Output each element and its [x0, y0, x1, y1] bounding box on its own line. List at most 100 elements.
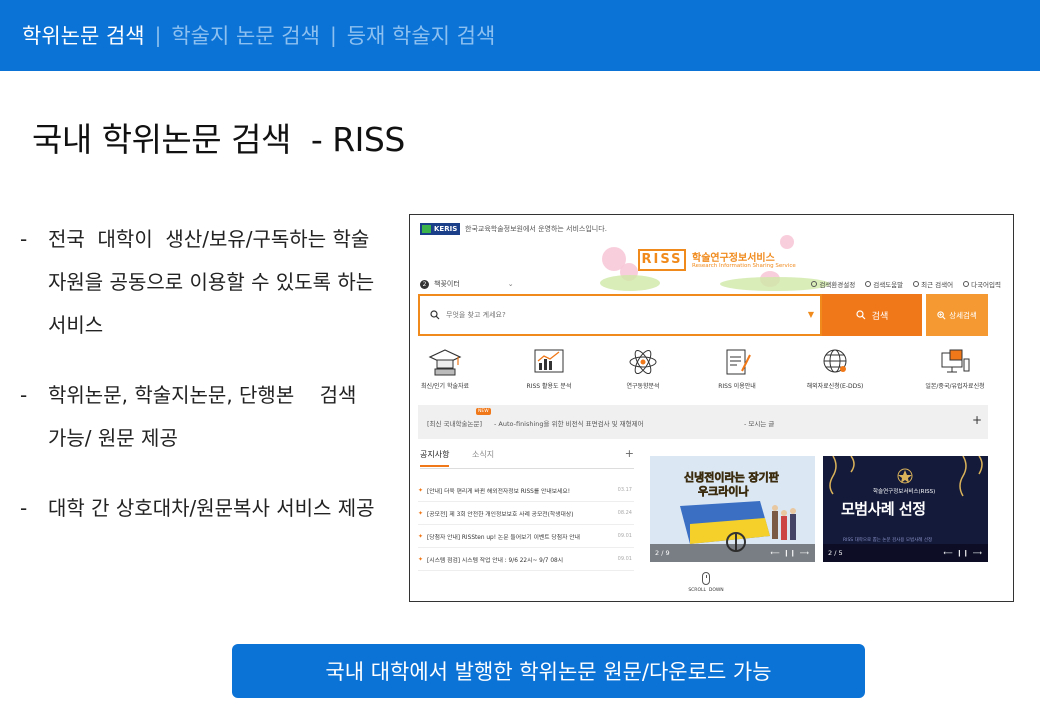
- service-label: 일본/중국/유럽자료신청: [925, 383, 985, 390]
- service-label: 해외자료신청(E-DDS): [806, 383, 864, 390]
- promo-card-best-practice[interactable]: 학술연구정보서비스(RISS) 모범사례 선정 RISS 대학으로 뽑는 논문 …: [823, 456, 988, 562]
- card-headline: 모범사례 선정: [841, 500, 926, 518]
- search-button-label: 검색: [871, 310, 889, 321]
- bullet-text: 전국 대학이 생산/보유/구독하는 학술자원을 공동으로 이용할 수 있도록 하…: [48, 227, 381, 337]
- riss-logo[interactable]: RISS: [638, 249, 686, 271]
- description-list: - 전국 대학이 생산/보유/구독하는 학술자원을 공동으로 이용할 수 있도록…: [20, 218, 380, 557]
- latest-paper-tag: [최신 국내학술논문]: [427, 420, 482, 428]
- card-page-indicator: 2 / 9: [655, 549, 670, 557]
- list-item: - 대학 간 상호대차/원문복사 서비스 제공: [20, 487, 380, 530]
- monitor-icon: [941, 349, 970, 373]
- pin-icon: ✦: [418, 555, 424, 563]
- pin-icon: ✦: [418, 532, 424, 540]
- scroll-label: SCROLL DOWN: [688, 588, 724, 593]
- tab-registered-journal-search[interactable]: 등재 학술지 검색: [347, 20, 496, 50]
- keris-text: 한국교육학술정보원에서 운영하는 서비스입니다.: [465, 225, 607, 233]
- search-icon: [430, 310, 440, 320]
- zoom-plus-icon: [937, 310, 946, 319]
- plus-icon[interactable]: +: [625, 447, 634, 460]
- scroll-down-indicator[interactable]: SCROLL DOWN: [682, 572, 730, 593]
- search-input[interactable]: [446, 311, 806, 319]
- latest-paper-bar[interactable]: [최신 국내학술논문] NEW - Auto-finishing을 위한 비전식…: [418, 405, 988, 439]
- util-link[interactable]: 최근 검색어: [913, 279, 953, 289]
- list-item: - 학위논문, 학술지논문, 단행본 검색 가능/ 원문 제공: [20, 374, 380, 460]
- document-pen-icon: [726, 349, 751, 375]
- graduation-cap-icon: [428, 349, 462, 376]
- library-label: 책꽂이터: [434, 280, 460, 288]
- top-nav-bar: 학위논문 검색 | 학술지 논문 검색 | 등재 학술지 검색: [0, 0, 1040, 71]
- pin-icon: ✦: [418, 509, 424, 517]
- service-item[interactable]: RISS 활용도 분석: [504, 347, 594, 390]
- card-headline-sub: 우크라이나: [698, 485, 749, 499]
- keris-logo[interactable]: KERIS: [420, 223, 460, 235]
- bullet-dash: -: [20, 496, 28, 520]
- advanced-search-button[interactable]: 상세검색: [926, 294, 988, 336]
- dropdown-arrow-icon[interactable]: ▼: [808, 310, 814, 319]
- list-item: - 전국 대학이 생산/보유/구독하는 학술자원을 공동으로 이용할 수 있도록…: [20, 218, 380, 347]
- globe-icon: [823, 349, 847, 373]
- search-bar: ▼: [418, 294, 822, 336]
- library-selector[interactable]: 2 책꽂이터 ⌄: [420, 279, 514, 289]
- service-label: RISS 활용도 분석: [526, 383, 572, 390]
- search-type-tabs: 학위논문 검색 | 학술지 논문 검색 | 등재 학술지 검색: [22, 20, 495, 50]
- list-item[interactable]: ✦ [당첨자 안내] RISSten up! 논문 들어보기 이벤트 당첨자 안…: [418, 525, 634, 548]
- library-number: 2: [420, 279, 429, 289]
- tab-thesis-search[interactable]: 학위논문 검색: [22, 20, 145, 50]
- service-shortcuts: 최신/인기 학술자료 RISS 활용도 분석 연구동향분석 RISS 이용안내 …: [410, 347, 1013, 397]
- notice-title: [당첨자 안내] RISSten up! 논문 들어보기 이벤트 당첨자 안내: [427, 534, 580, 541]
- service-item[interactable]: RISS 이용안내: [692, 347, 782, 390]
- tab-separator: |: [329, 23, 337, 47]
- tab-journal-search[interactable]: 학술지 논문 검색: [171, 20, 320, 50]
- tab-newsletter[interactable]: 소식지: [472, 449, 494, 460]
- service-label: 최신/인기 학술자료: [420, 383, 470, 390]
- search-button[interactable]: 검색: [822, 294, 922, 336]
- riss-screenshot: KERIS 한국교육학술정보원에서 운영하는 서비스입니다. RISS 학술연구…: [409, 214, 1014, 602]
- plus-icon[interactable]: +: [972, 413, 982, 427]
- util-link[interactable]: 다국어입력: [963, 279, 1001, 289]
- pin-icon: ✦: [418, 486, 424, 494]
- service-label: 연구동향분석: [626, 383, 660, 390]
- carousel-controls[interactable]: ⟵ ❙❙ ⟶: [943, 549, 983, 557]
- util-link[interactable]: 검색도움말: [865, 279, 903, 289]
- tab-notices[interactable]: 공지사항: [420, 449, 450, 467]
- promo-card-ukraine[interactable]: 신냉전이라는 장기판 우크라이나 2 / 9 ⟵ ❙❙ ⟶: [650, 456, 815, 562]
- service-item[interactable]: 일본/중국/유럽자료신청: [910, 347, 1000, 390]
- service-item[interactable]: 연구동향분석: [598, 347, 688, 390]
- card-footer: 2 / 9 ⟵ ❙❙ ⟶: [650, 544, 815, 562]
- clock-icon: [913, 281, 920, 287]
- bullet-dash: -: [20, 227, 28, 251]
- mouse-icon: [702, 572, 710, 585]
- service-label: RISS 이용안내: [718, 383, 756, 390]
- bullet-text: 대학 간 상호대차/원문복사 서비스 제공: [48, 496, 375, 520]
- list-item[interactable]: ✦ [공모전] 제 3회 안전한 개인정보보호 사례 공모전(학생대상) 08.…: [418, 502, 634, 525]
- service-item[interactable]: 해외자료신청(E-DDS): [790, 347, 880, 390]
- riss-service-subtitle: Research Information Sharing Service: [692, 263, 796, 269]
- latest-paper-text[interactable]: - Auto-finishing을 위한 비전식 표면검사 및 재형제어: [494, 418, 644, 428]
- util-links: 검색환경설정 검색도움말 최근 검색어 다국어입력: [801, 279, 1001, 289]
- card-subtitle: 학술연구정보서비스(RISS): [873, 489, 936, 495]
- list-item[interactable]: ✦ [시스템 점검] 시스템 작업 안내 : 9/6 22시~ 9/7 08시 …: [418, 548, 634, 571]
- list-item[interactable]: ✦ [안내] 더욱 편리게 바뀐 해외전자정보 RISS를 안내보세요! 03.…: [418, 479, 634, 502]
- thesis-download-button[interactable]: 국내 대학에서 발행한 학위논문 원문/다운로드 가능: [232, 644, 865, 698]
- notice-tabs: 공지사항 소식지 +: [420, 447, 634, 469]
- riss-service-name: 학술연구정보서비스: [692, 253, 775, 264]
- advanced-search-label: 상세검색: [949, 310, 977, 320]
- notice-date: 09.01: [617, 556, 632, 562]
- notice-date: 08.24: [617, 510, 632, 516]
- card-page-indicator: 2 / 5: [828, 549, 843, 557]
- notice-list: ✦ [안내] 더욱 편리게 바뀐 해외전자정보 RISS를 안내보세요! 03.…: [418, 479, 634, 571]
- service-item[interactable]: 최신/인기 학술자료: [410, 347, 490, 390]
- notice-date: 09.01: [617, 533, 632, 539]
- latest-notice-text[interactable]: - 모시는 글: [744, 418, 774, 428]
- util-link[interactable]: 검색환경설정: [811, 279, 855, 289]
- tab-separator: |: [154, 23, 162, 47]
- carousel-controls[interactable]: ⟵ ❙❙ ⟶: [770, 549, 810, 557]
- new-badge: NEW: [476, 408, 491, 415]
- keris-header: KERIS 한국교육학술정보원에서 운영하는 서비스입니다.: [420, 223, 607, 235]
- notice-title: [시스템 점검] 시스템 작업 안내 : 9/6 22시~ 9/7 08시: [427, 557, 564, 564]
- bullet-dash: -: [20, 383, 28, 407]
- page-title: 국내 학위논문 검색 - RISS: [32, 120, 405, 159]
- analytics-chart-icon: [534, 349, 564, 373]
- card-caption: RISS 대학으로 뽑는 논문 검사용 모범사례 선정: [843, 538, 933, 543]
- search-icon: [856, 310, 866, 320]
